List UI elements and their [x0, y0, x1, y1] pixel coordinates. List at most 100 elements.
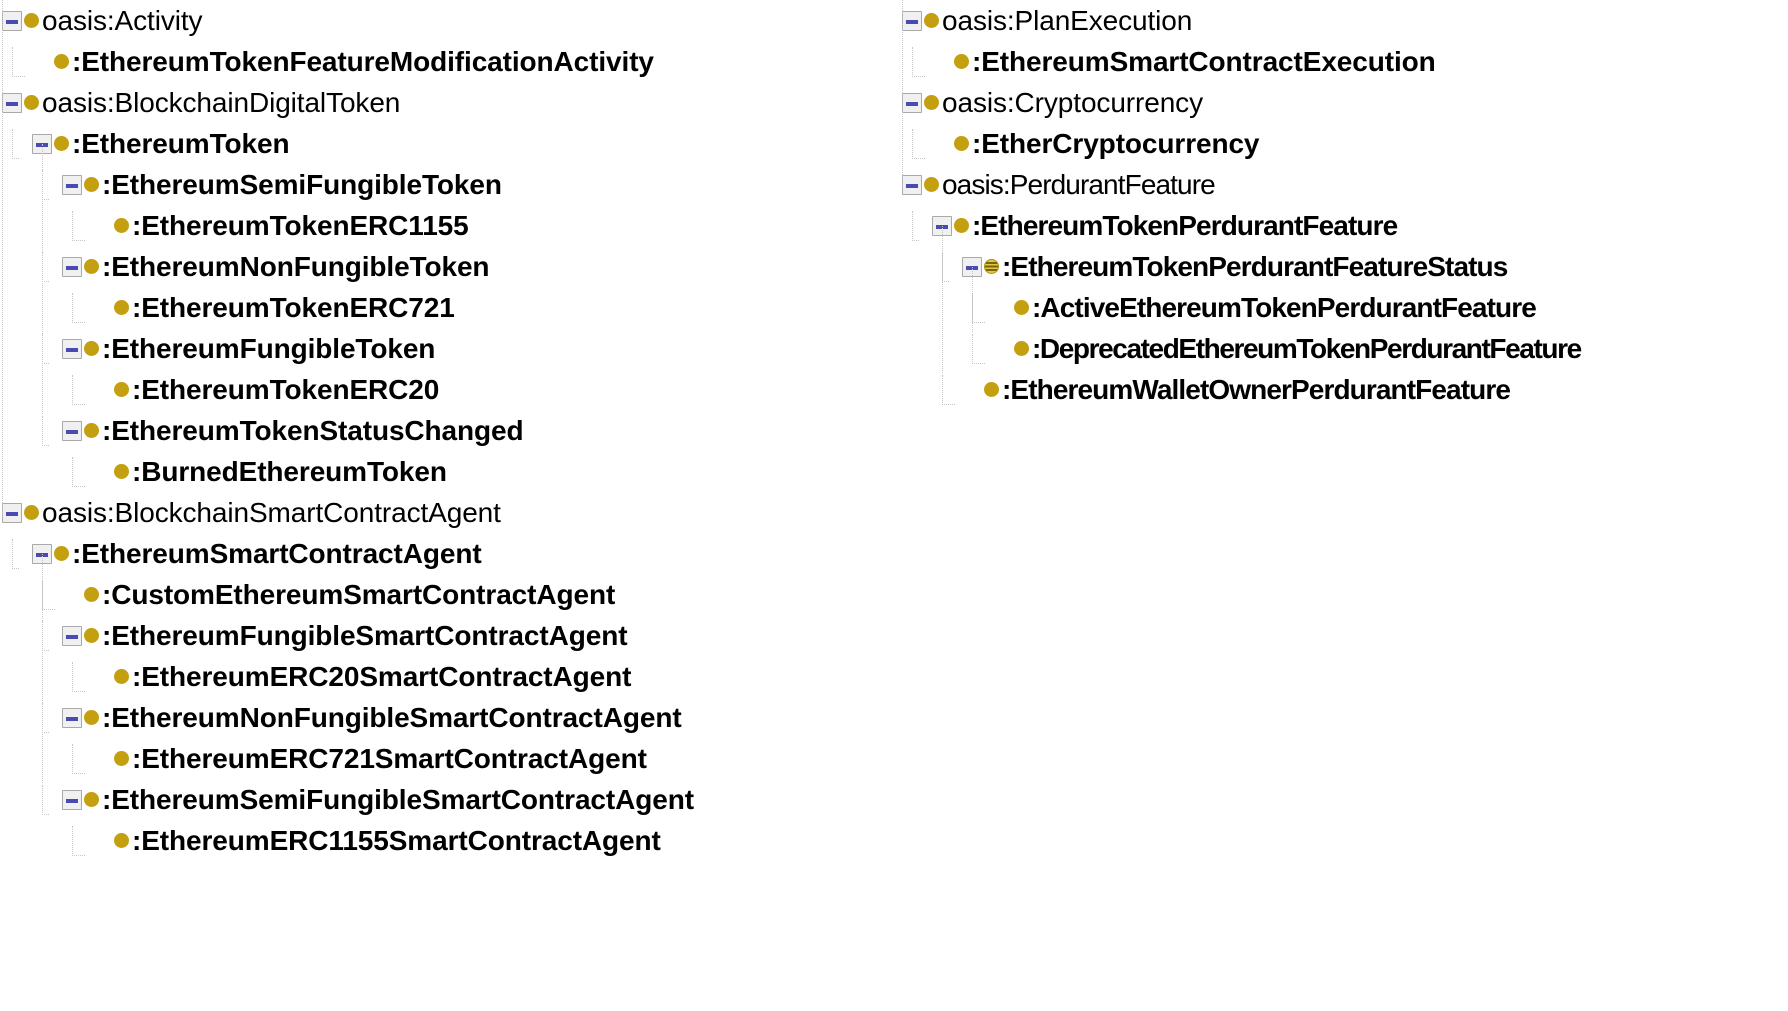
collapse-toggle-icon[interactable]: [62, 707, 82, 728]
tree-row-label: :EthereumFungibleSmartContractAgent: [102, 620, 628, 651]
tree-row-label: :EthereumTokenStatusChanged: [102, 415, 524, 446]
tree-row[interactable]: :EthereumSmartContractAgent: [0, 533, 900, 574]
tree-elbow-line: [72, 457, 85, 487]
tree-row-label: oasis:Activity: [42, 5, 203, 36]
toggle-placeholder: [92, 298, 112, 318]
tree-row[interactable]: :BurnedEthereumToken: [0, 451, 900, 492]
tree-row-label: :ActiveEthereumTokenPerdurantFeature: [1032, 292, 1537, 323]
tree-elbow-line: [42, 580, 55, 610]
tree-row-label: :EthereumSmartContractExecution: [972, 46, 1436, 77]
tree-row[interactable]: :EthereumTokenPerdurantFeature: [900, 205, 1788, 246]
tree-guide-line: [902, 0, 904, 189]
collapse-toggle-icon[interactable]: [62, 789, 82, 810]
class-icon: [984, 382, 999, 397]
toggle-placeholder: [962, 380, 982, 400]
tree-row[interactable]: oasis:PerdurantFeature: [900, 164, 1788, 205]
indent-spacer: [0, 779, 62, 820]
tree-elbow-line: [72, 826, 85, 856]
tree-elbow-line: [972, 293, 985, 323]
tree-row[interactable]: :EthereumNonFungibleToken: [0, 246, 900, 287]
tree-row[interactable]: oasis:Cryptocurrency: [900, 82, 1788, 123]
class-icon: [114, 300, 129, 315]
collapse-toggle-icon[interactable]: [2, 502, 22, 523]
tree-row[interactable]: :DeprecatedEthereumTokenPerdurantFeature: [900, 328, 1788, 369]
tree-row-label: :EthereumTokenERC721: [132, 292, 455, 323]
tree-row-label: :EthereumERC721SmartContractAgent: [132, 743, 647, 774]
tree-row[interactable]: oasis:PlanExecution: [900, 0, 1788, 41]
tree-guide-line: [2, 0, 4, 517]
tree-row[interactable]: :EthereumSmartContractExecution: [900, 41, 1788, 82]
indent-spacer: [0, 410, 62, 451]
collapse-toggle-icon[interactable]: [62, 174, 82, 195]
tree-row[interactable]: oasis:Activity: [0, 0, 900, 41]
tree-row[interactable]: :EthereumTokenPerdurantFeatureStatus: [900, 246, 1788, 287]
collapse-toggle-icon[interactable]: [62, 625, 82, 646]
toggle-placeholder: [992, 298, 1012, 318]
class-icon: [114, 751, 129, 766]
collapse-toggle-icon[interactable]: [902, 10, 922, 31]
tree-row[interactable]: :EthereumERC721SmartContractAgent: [0, 738, 900, 779]
right-column: oasis:PlanExecution :EthereumSmartContrac…: [900, 0, 1788, 410]
tree-row[interactable]: :EthereumTokenStatusChanged: [0, 410, 900, 451]
tree-row[interactable]: :EthereumSemiFungibleToken: [0, 164, 900, 205]
class-icon: [24, 13, 39, 28]
tree-row[interactable]: :EthereumSemiFungibleSmartContractAgent: [0, 779, 900, 820]
tree-row[interactable]: :EthereumERC20SmartContractAgent: [0, 656, 900, 697]
toggle-placeholder: [92, 749, 112, 769]
class-icon: [84, 423, 99, 438]
tree-row-label: oasis:BlockchainSmartContractAgent: [42, 497, 501, 528]
tree-row-label: oasis:PerdurantFeature: [942, 169, 1216, 200]
tree-elbow-line: [12, 539, 19, 569]
collapse-toggle-icon[interactable]: [62, 420, 82, 441]
tree-elbow-line: [42, 621, 49, 651]
tree-row[interactable]: :EthereumTokenERC721: [0, 287, 900, 328]
collapse-toggle-icon[interactable]: [902, 174, 922, 195]
tree-row-label: :CustomEthereumSmartContractAgent: [102, 579, 616, 610]
tree-row[interactable]: :EtherCryptocurrency: [900, 123, 1788, 164]
tree-row[interactable]: :EthereumFungibleSmartContractAgent: [0, 615, 900, 656]
tree-elbow-line: [42, 785, 49, 815]
tree-row-label: :EthereumSmartContractAgent: [72, 538, 482, 569]
tree-row[interactable]: :ActiveEthereumTokenPerdurantFeature: [900, 287, 1788, 328]
collapse-toggle-icon[interactable]: [2, 10, 22, 31]
tree-elbow-line: [42, 703, 49, 733]
tree-row[interactable]: :CustomEthereumSmartContractAgent: [0, 574, 900, 615]
tree-row-label: :DeprecatedEthereumTokenPerdurantFeature: [1032, 333, 1582, 364]
tree-row[interactable]: :EthereumFungibleToken: [0, 328, 900, 369]
tree-row-label: :EthereumToken: [72, 128, 290, 159]
collapse-toggle-icon[interactable]: [902, 92, 922, 113]
tree-row[interactable]: :EthereumERC1155SmartContractAgent: [0, 820, 900, 861]
class-icon: [924, 95, 939, 110]
class-icon: [84, 792, 99, 807]
tree-row[interactable]: oasis:BlockchainDigitalToken: [0, 82, 900, 123]
toggle-placeholder: [92, 667, 112, 687]
toggle-placeholder: [932, 134, 952, 154]
tree-row-label: oasis:PlanExecution: [942, 5, 1193, 36]
class-icon: [54, 136, 69, 151]
collapse-toggle-icon[interactable]: [2, 92, 22, 113]
tree-row[interactable]: :EthereumTokenERC1155: [0, 205, 900, 246]
toggle-placeholder: [992, 339, 1012, 359]
indent-spacer: [0, 328, 62, 369]
tree-row[interactable]: :EthereumNonFungibleSmartContractAgent: [0, 697, 900, 738]
owl-class-hierarchy-tree: oasis:Activity :EthereumTokenFeatureModif…: [0, 0, 1788, 1011]
defined-class-icon: [984, 259, 999, 274]
tree-row[interactable]: :EthereumTokenFeatureModificationActivit…: [0, 41, 900, 82]
tree-row[interactable]: :EthereumToken: [0, 123, 900, 164]
tree-elbow-line: [42, 416, 49, 446]
tree-row[interactable]: oasis:BlockchainSmartContractAgent: [0, 492, 900, 533]
class-icon: [84, 587, 99, 602]
collapse-toggle-icon[interactable]: [62, 256, 82, 277]
tree-row-label: :EthereumNonFungibleToken: [102, 251, 490, 282]
class-icon: [24, 505, 39, 520]
tree-row-label: :EthereumSemiFungibleSmartContractAgent: [102, 784, 694, 815]
class-icon: [114, 833, 129, 848]
tree-row[interactable]: :EthereumTokenERC20: [0, 369, 900, 410]
tree-elbow-line: [12, 129, 19, 159]
tree-guide-line: [942, 225, 944, 374]
tree-row[interactable]: :EthereumWalletOwnerPerdurantFeature: [900, 369, 1788, 410]
tree-elbow-line: [972, 334, 985, 364]
collapse-toggle-icon[interactable]: [62, 338, 82, 359]
toggle-placeholder: [92, 831, 112, 851]
tree-row-label: :EthereumTokenFeatureModificationActivit…: [72, 46, 654, 77]
